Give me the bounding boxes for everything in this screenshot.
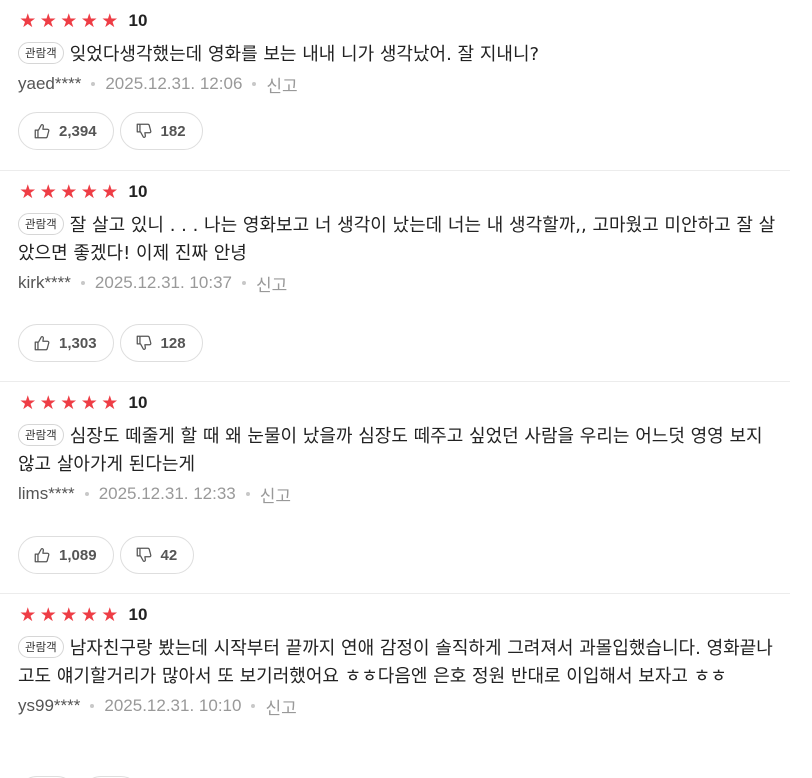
star-rating: ★ ★ ★ ★ ★	[18, 11, 120, 31]
rating-score: 10	[128, 182, 148, 201]
review-meta: yaed**** 2025.12.31. 12:06 신고	[18, 71, 790, 97]
star-icon: ★	[60, 392, 78, 414]
star-icon: ★	[39, 181, 57, 203]
review-text: 심장도 떼줄게 할 때 왜 눈물이 났을까 심장도 떼주고 싶었던 사람을 우리…	[18, 426, 763, 475]
star-icon: ★	[80, 10, 98, 32]
separator-dot	[90, 704, 95, 708]
star-icon: ★	[80, 392, 98, 414]
review-text: 잊었다생각했는데 영화를 보는 내내 니가 생각났어. 잘 지내니?	[69, 44, 540, 65]
review-date: 2025.12.31. 12:06	[105, 74, 243, 93]
review-item: ★ ★ ★ ★ ★ 10 관람객 잊었다생각했는데 영화를 보는 내내 니가 생각났어. …	[0, 0, 790, 171]
author-id: ys99****	[18, 696, 81, 715]
review-meta: lims**** 2025.12.31. 12:33 신고	[18, 481, 790, 507]
star-icon: ★	[101, 181, 119, 203]
dislike-button[interactable]: 182	[119, 112, 203, 150]
star-rating: ★ ★ ★ ★ ★	[18, 182, 120, 202]
dislike-button[interactable]: 128	[119, 324, 203, 362]
rating: ★ ★ ★ ★ ★ 10	[18, 392, 790, 414]
like-count: 1,089	[59, 546, 97, 564]
thumbs-up-icon	[34, 548, 50, 563]
review-meta: ys99**** 2025.12.31. 10:10 신고	[18, 693, 790, 719]
review-text: 남자친구랑 봤는데 시작부터 끝까지 연애 감정이 솔직하게 그려져서 과몰입했…	[18, 638, 773, 687]
viewer-badge: 관람객	[18, 636, 64, 658]
rating-score: 10	[128, 605, 148, 624]
review-date: 2025.12.31. 10:37	[94, 273, 232, 292]
review-item: ★ ★ ★ ★ ★ 10 관람객 심장도 떼줄게 할 때 왜 눈물이 났을까 심장도 떼주…	[0, 382, 790, 594]
review-meta: kirk**** 2025.12.31. 10:37 신고	[18, 270, 790, 296]
review-date: 2025.12.31. 10:10	[104, 696, 242, 715]
thumbs-down-icon	[136, 123, 151, 138]
star-icon: ★	[60, 181, 78, 203]
star-icon: ★	[80, 604, 98, 626]
thumbs-up-icon	[34, 124, 50, 139]
viewer-badge: 관람객	[18, 42, 64, 64]
dislike-count: 128	[160, 334, 186, 352]
rating: ★ ★ ★ ★ ★ 10	[18, 181, 790, 203]
review-item: ★ ★ ★ ★ ★ 10 관람객 잘 살고 있니 . . . 나는 영화보고 너 생각이 …	[0, 171, 790, 382]
report-link[interactable]: 신고	[266, 72, 297, 97]
star-icon: ★	[80, 181, 98, 203]
star-rating: ★ ★ ★ ★ ★	[18, 393, 120, 413]
reaction-buttons: 2,394 182	[18, 112, 203, 150]
rating: ★ ★ ★ ★ ★ 10	[18, 604, 790, 626]
separator-dot	[84, 492, 89, 496]
reaction-buttons: 1,089 42	[18, 536, 195, 574]
review-text: 잘 살고 있니 . . . 나는 영화보고 너 생각이 났는데 너는 내 생각할…	[18, 215, 776, 264]
like-button[interactable]: 1,089	[18, 536, 114, 574]
star-icon: ★	[39, 392, 57, 414]
star-icon: ★	[101, 10, 119, 32]
rating-score: 10	[128, 393, 148, 412]
author-id: kirk****	[18, 273, 71, 292]
star-icon: ★	[101, 392, 119, 414]
reaction-buttons: 1,303 128	[18, 324, 203, 362]
rating-score: 10	[128, 11, 148, 30]
star-icon: ★	[19, 392, 37, 414]
dislike-count: 182	[160, 122, 186, 140]
viewer-badge: 관람객	[18, 213, 64, 235]
star-icon: ★	[19, 604, 37, 626]
separator-dot	[241, 281, 246, 285]
separator-dot	[80, 281, 85, 285]
review-body: 관람객 잘 살고 있니 . . . 나는 영화보고 너 생각이 났는데 너는 내 …	[18, 212, 790, 268]
star-icon: ★	[60, 604, 78, 626]
dislike-count: 42	[160, 546, 178, 564]
like-button[interactable]: 2,394	[18, 112, 114, 150]
thumbs-down-icon	[136, 547, 151, 562]
review-list: ★ ★ ★ ★ ★ 10 관람객 잊었다생각했는데 영화를 보는 내내 니가 생각났어. …	[0, 0, 812, 778]
star-icon: ★	[19, 10, 37, 32]
author-id: yaed****	[18, 74, 82, 93]
review-item: ★ ★ ★ ★ ★ 10 관람객 남자친구랑 봤는데 시작부터 끝까지 연애 감정이 솔직…	[0, 594, 790, 778]
star-rating: ★ ★ ★ ★ ★	[18, 605, 120, 625]
report-link[interactable]: 신고	[260, 482, 291, 507]
separator-dot	[91, 82, 96, 86]
like-button[interactable]: 1,303	[18, 324, 114, 362]
star-icon: ★	[19, 181, 37, 203]
dislike-button[interactable]: 42	[119, 536, 195, 574]
viewer-badge: 관람객	[18, 424, 64, 446]
like-count: 1,303	[59, 334, 97, 352]
separator-dot	[252, 82, 257, 86]
star-icon: ★	[101, 604, 119, 626]
review-body: 관람객 남자친구랑 봤는데 시작부터 끝까지 연애 감정이 솔직하게 그려져서 과…	[18, 635, 790, 691]
report-link[interactable]: 신고	[265, 694, 296, 719]
author-id: lims****	[18, 484, 75, 503]
review-date: 2025.12.31. 12:33	[98, 484, 236, 503]
separator-dot	[245, 492, 250, 496]
star-icon: ★	[39, 10, 57, 32]
star-icon: ★	[39, 604, 57, 626]
review-body: 관람객 잊었다생각했는데 영화를 보는 내내 니가 생각났어. 잘 지내니?	[18, 41, 790, 69]
separator-dot	[251, 704, 256, 708]
review-body: 관람객 심장도 떼줄게 할 때 왜 눈물이 났을까 심장도 떼주고 싶었던 사람을…	[18, 423, 790, 479]
thumbs-up-icon	[34, 336, 50, 351]
rating: ★ ★ ★ ★ ★ 10	[18, 10, 790, 32]
report-link[interactable]: 신고	[256, 271, 287, 296]
thumbs-down-icon	[136, 335, 151, 350]
like-count: 2,394	[59, 122, 97, 140]
star-icon: ★	[60, 10, 78, 32]
